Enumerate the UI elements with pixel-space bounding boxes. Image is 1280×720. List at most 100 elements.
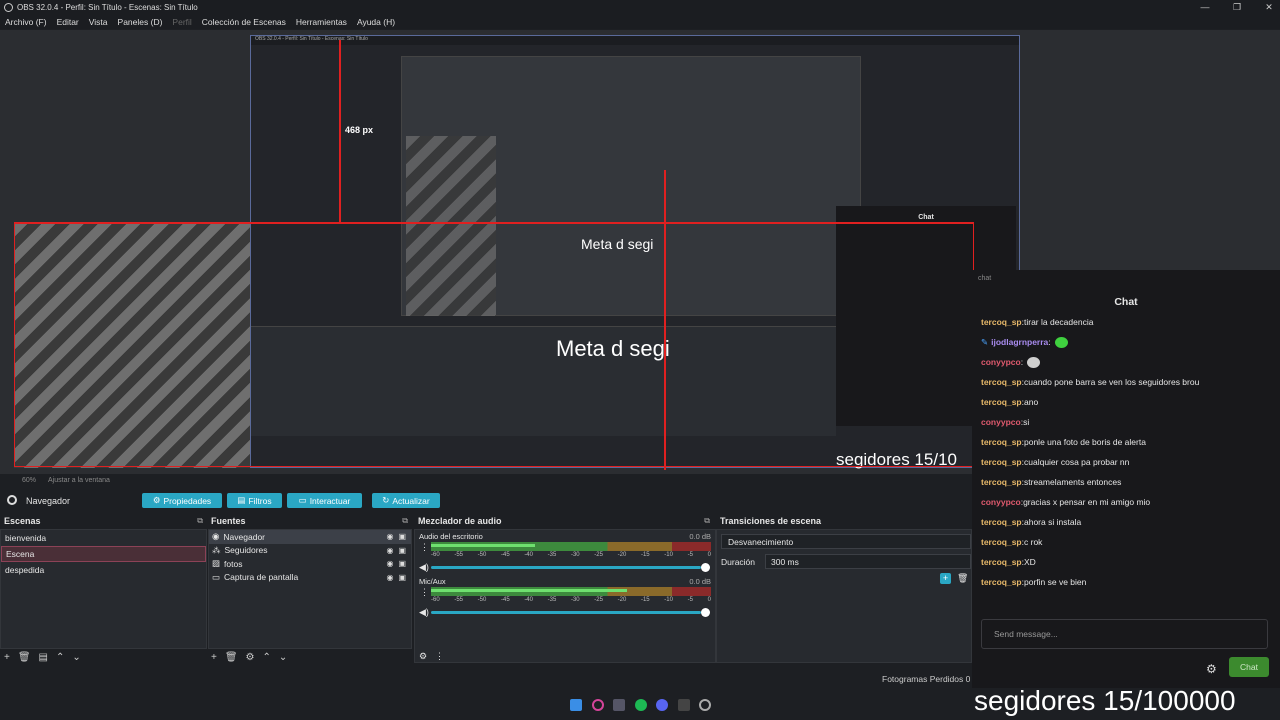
menu-help[interactable]: Ayuda (H) xyxy=(357,17,395,27)
speaker-icon[interactable]: ◀) xyxy=(419,607,429,618)
menu-profile[interactable]: Perfil xyxy=(172,17,191,27)
kebab-menu-icon[interactable]: ⋮ xyxy=(420,542,429,553)
chat-input[interactable]: Send message... xyxy=(981,619,1268,649)
obs-studio-icon[interactable] xyxy=(699,699,711,711)
menu-view[interactable]: Vista xyxy=(89,17,108,27)
current-source-name: Navegador xyxy=(26,496,71,506)
globe-icon: ◉ xyxy=(212,531,220,542)
source-item-captura[interactable]: ▭ Captura de pantalla ◉ ▣ xyxy=(209,571,411,585)
chat-title: Chat xyxy=(1114,296,1138,308)
source-item-seguidores[interactable]: ⁂ Seguidores ◉ ▣ xyxy=(209,544,411,558)
add-scene-icon[interactable]: + xyxy=(4,652,10,663)
move-down-icon[interactable]: ⌄ xyxy=(279,652,287,663)
refresh-button[interactable]: ↻ Actualizar xyxy=(372,493,440,508)
calculator-icon[interactable] xyxy=(678,699,690,711)
mixer-tick-label: -60 xyxy=(431,597,440,603)
menu-tools[interactable]: Herramientas xyxy=(296,17,347,27)
add-source-icon[interactable]: + xyxy=(211,652,217,663)
chat-username[interactable]: tercoq_sp xyxy=(981,317,1022,327)
move-down-icon[interactable]: ⌄ xyxy=(72,652,80,663)
volume-slider-desktop[interactable] xyxy=(431,566,701,569)
chat-send-button[interactable]: Chat xyxy=(1229,657,1269,677)
display-icon: ▭ xyxy=(212,571,221,582)
chat-username[interactable]: ijodlagrnperra xyxy=(991,337,1048,347)
window-titlebar: OBS 32.0.4 - Perfil: Sin Título - Escena… xyxy=(0,0,1280,15)
menu-file[interactable]: Archivo (F) xyxy=(5,17,47,27)
remove-transition-icon[interactable]: 🗑 xyxy=(957,573,968,584)
steam-icon[interactable] xyxy=(613,699,625,711)
zoom-level[interactable]: 60% xyxy=(22,477,36,484)
chat-username[interactable]: tercoq_sp xyxy=(981,397,1022,407)
chat-username[interactable]: conyypco xyxy=(981,497,1021,507)
move-up-icon[interactable]: ⌃ xyxy=(56,652,64,663)
eye-icon[interactable]: ◉ xyxy=(386,532,393,541)
mixer-tick-label: -40 xyxy=(524,597,533,603)
interact-button[interactable]: ▭ Interactuar xyxy=(287,493,362,508)
chat-messages: tercoq_sp: tirar la decadencia ✎ ijodlagrn… xyxy=(972,312,1280,592)
chat-username[interactable]: tercoq_sp xyxy=(981,437,1022,447)
discord-icon[interactable] xyxy=(656,699,668,711)
eye-icon[interactable]: ◉ xyxy=(386,573,393,582)
lock-icon[interactable]: ▣ xyxy=(398,546,406,555)
chat-username[interactable]: tercoq_sp xyxy=(981,517,1022,527)
remove-scene-icon[interactable]: 🗑 xyxy=(18,652,31,663)
mixer-settings-icon[interactable]: ⚙ xyxy=(419,651,427,662)
selection-box[interactable] xyxy=(14,222,974,467)
undock-icon[interactable]: ⧉ xyxy=(402,516,408,526)
chat-username[interactable]: tercoq_sp xyxy=(981,557,1022,567)
mixer-tick-label: -50 xyxy=(477,552,487,558)
menu-scene-collection[interactable]: Colección de Escenas xyxy=(202,17,286,27)
moderator-badge-icon: ✎ xyxy=(981,336,989,347)
mixer-channel-mic-db: 0.0 dB xyxy=(689,577,711,586)
maximize-button[interactable]: ❐ xyxy=(1230,0,1244,15)
chat-username[interactable]: conyypco xyxy=(981,417,1021,427)
chat-text: XD xyxy=(1024,557,1036,567)
properties-button[interactable]: ⚙ Propiedades xyxy=(142,493,222,508)
eye-icon[interactable]: ◉ xyxy=(386,559,393,568)
chat-username[interactable]: tercoq_sp xyxy=(981,477,1022,487)
eye-icon[interactable]: ◉ xyxy=(386,546,393,555)
scene-item-bienvenida[interactable]: bienvenida xyxy=(1,530,206,546)
scene-item-escena[interactable]: Escena xyxy=(1,546,206,562)
duration-input[interactable]: 300 ms xyxy=(765,554,971,569)
speaker-icon[interactable]: ◀) xyxy=(419,562,429,573)
menu-docks[interactable]: Paneles (D) xyxy=(118,17,163,27)
lock-icon[interactable]: ▣ xyxy=(398,573,406,582)
volume-knob-mic[interactable] xyxy=(701,608,710,617)
menu-edit[interactable]: Editar xyxy=(57,17,79,27)
chat-settings-icon[interactable]: ⚙ xyxy=(1206,662,1217,676)
chat-message: ✎ ijodlagrnperra: xyxy=(972,332,1280,352)
kebab-menu-icon[interactable]: ⋮ xyxy=(420,587,429,598)
remove-source-icon[interactable]: 🗑 xyxy=(225,652,238,663)
volume-slider-mic[interactable] xyxy=(431,611,701,614)
chat-username[interactable]: tercoq_sp xyxy=(981,537,1022,547)
mixer-channel-desktop-db: 0.0 dB xyxy=(689,532,711,541)
mixer-menu-icon[interactable]: ⋮ xyxy=(435,651,444,662)
filter-scene-icon[interactable]: ▤ xyxy=(39,652,48,663)
filters-button[interactable]: ▤ Filtros xyxy=(227,493,282,508)
source-item-fotos[interactable]: ▨ fotos ◉ ▣ xyxy=(209,557,411,571)
transition-select[interactable]: Desvanecimiento xyxy=(721,534,971,549)
chat-username[interactable]: tercoq_sp xyxy=(981,577,1022,587)
zoom-fit-select[interactable]: Ajustar a la ventana xyxy=(48,477,110,484)
lock-icon[interactable]: ▣ xyxy=(398,559,406,568)
add-transition-icon[interactable]: + xyxy=(940,573,951,584)
windows-start-icon[interactable] xyxy=(570,699,582,711)
chat-username[interactable]: conyypco xyxy=(981,357,1021,367)
source-item-navegador[interactable]: ◉ Navegador ◉ ▣ xyxy=(209,530,411,544)
volume-knob-desktop[interactable] xyxy=(701,563,710,572)
move-up-icon[interactable]: ⌃ xyxy=(263,652,271,663)
undock-icon[interactable]: ⧉ xyxy=(197,516,203,526)
obs-logo-icon xyxy=(4,3,13,12)
lock-icon[interactable]: ▣ xyxy=(398,532,406,541)
meter-mic xyxy=(431,587,711,596)
chat-username[interactable]: tercoq_sp xyxy=(981,377,1022,387)
obs-taskbar-icon[interactable] xyxy=(592,699,604,711)
close-button[interactable]: ✕ xyxy=(1262,0,1276,15)
minimize-button[interactable]: — xyxy=(1198,0,1212,15)
scene-item-despedida[interactable]: despedida xyxy=(1,562,206,578)
chat-username[interactable]: tercoq_sp xyxy=(981,457,1022,467)
source-settings-icon[interactable]: ⚙ xyxy=(246,652,255,663)
undock-icon[interactable]: ⧉ xyxy=(704,516,710,526)
spotify-icon[interactable] xyxy=(635,699,647,711)
